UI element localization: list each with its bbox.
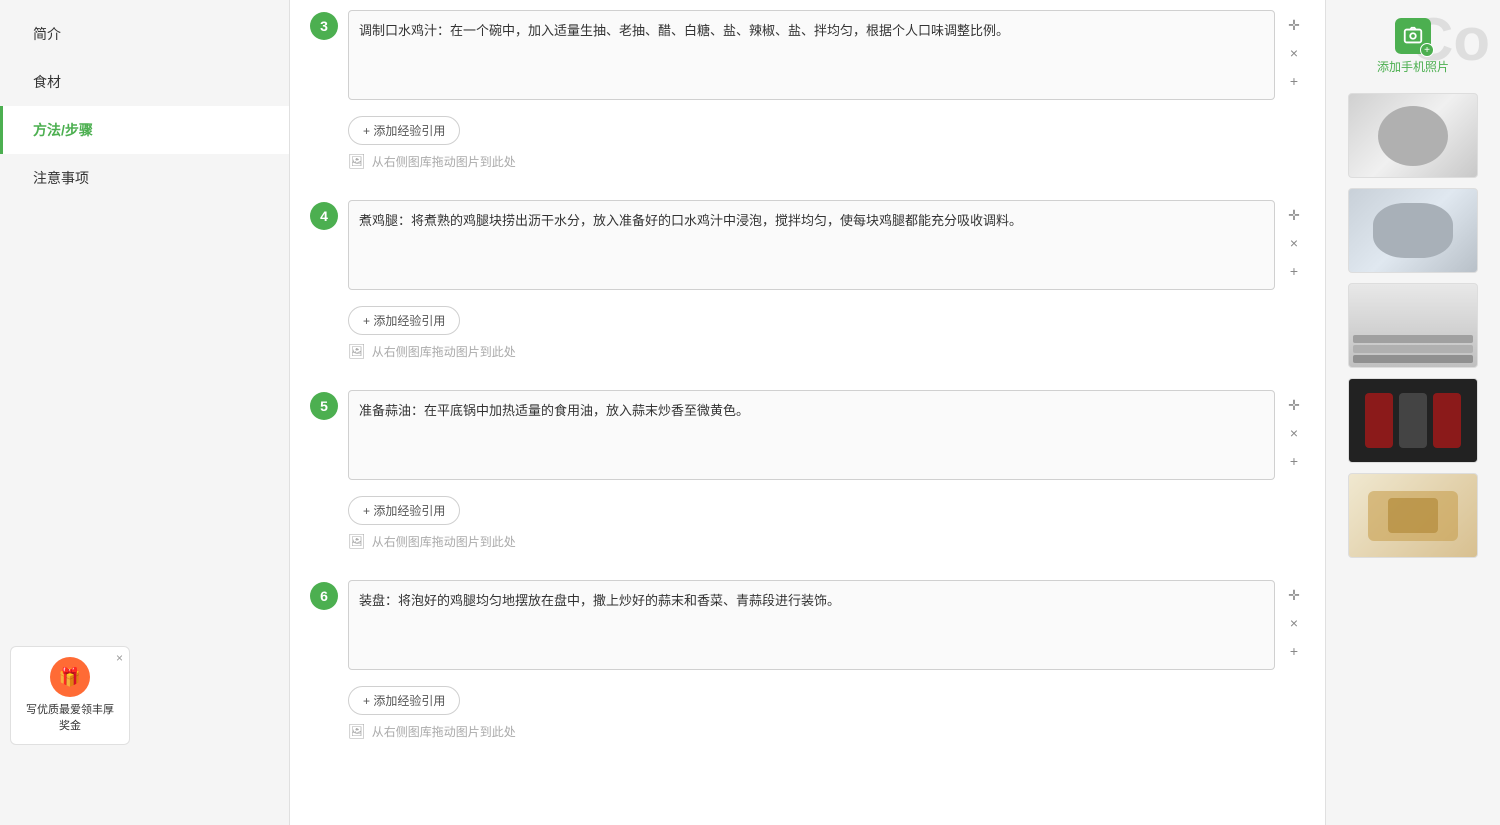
step-5-delete-btn[interactable]: ×	[1283, 422, 1305, 444]
award-icon: 🎁	[50, 657, 90, 697]
step-4-content: ✛ × +	[348, 200, 1305, 290]
step-3-add-btn[interactable]: +	[1283, 70, 1305, 92]
step-3-controls: ✛ × +	[1283, 10, 1305, 92]
step-3-upload-label: 从右侧图库拖动图片到此处	[372, 153, 516, 170]
step-6-textarea[interactable]	[348, 580, 1275, 670]
step-4-block: 4 ✛ × + + 添加经验引用 🖼 从右侧图库拖动图片到此处	[310, 200, 1305, 360]
step-3-upload-area[interactable]: 🖼 从右侧图库拖动图片到此处	[348, 153, 1305, 170]
step-3-number: 3	[310, 12, 338, 40]
step-6-delete-btn[interactable]: ×	[1283, 612, 1305, 634]
award-close-button[interactable]: ×	[116, 651, 123, 665]
step-6-upload-label: 从右侧图库拖动图片到此处	[372, 723, 516, 740]
step-4-controls: ✛ × +	[1283, 200, 1305, 282]
step-6-block: 6 ✛ × + + 添加经验引用 🖼 从右侧图库拖动图片到此处	[310, 580, 1305, 740]
step-3-add-exp-btn[interactable]: + 添加经验引用	[348, 116, 460, 145]
sidebar-item-ingredients[interactable]: 食材	[0, 58, 289, 106]
step-5-block: 5 ✛ × + + 添加经验引用 🖼 从右侧图库拖动图片到此处	[310, 390, 1305, 550]
step-4-upload-icon: 🖼	[348, 343, 366, 360]
add-photo-plus-icon: +	[1420, 43, 1434, 57]
step-6-upload-area[interactable]: 🖼 从右侧图库拖动图片到此处	[348, 723, 1305, 740]
sidebar: 简介 食材 方法/步骤 注意事项 × 🎁 写优质最爱领丰厚奖金	[0, 0, 290, 825]
step-3-move-btn[interactable]: ✛	[1283, 14, 1305, 36]
step-4-header: 4 ✛ × +	[310, 200, 1305, 290]
thumbnail-5[interactable]	[1348, 473, 1478, 558]
step-6-upload-icon: 🖼	[348, 723, 366, 740]
sidebar-item-notes[interactable]: 注意事项	[0, 154, 289, 202]
thumbnail-4[interactable]	[1348, 378, 1478, 463]
step-5-controls: ✛ × +	[1283, 390, 1305, 472]
step-6-content: ✛ × +	[348, 580, 1305, 670]
right-panel: Co + 添加手机照片	[1325, 0, 1500, 825]
main-content: 3 ✛ × + + 添加经验引用 🖼 从右侧图库拖动图片到此处 4 ✛	[290, 0, 1325, 825]
step-6-add-btn[interactable]: +	[1283, 640, 1305, 662]
step-5-header: 5 ✛ × +	[310, 390, 1305, 480]
step-4-textarea[interactable]	[348, 200, 1275, 290]
step-4-delete-btn[interactable]: ×	[1283, 232, 1305, 254]
step-5-textarea[interactable]	[348, 390, 1275, 480]
step-6-number: 6	[310, 582, 338, 610]
step-5-add-exp-btn[interactable]: + 添加经验引用	[348, 496, 460, 525]
step-6-add-exp-btn[interactable]: + 添加经验引用	[348, 686, 460, 715]
step-6-move-btn[interactable]: ✛	[1283, 584, 1305, 606]
sidebar-item-method[interactable]: 方法/步骤	[0, 106, 289, 154]
step-4-upload-label: 从右侧图库拖动图片到此处	[372, 343, 516, 360]
thumbnail-1[interactable]	[1348, 93, 1478, 178]
step-3-delete-btn[interactable]: ×	[1283, 42, 1305, 64]
step-6-header: 6 ✛ × +	[310, 580, 1305, 670]
step-5-move-btn[interactable]: ✛	[1283, 394, 1305, 416]
step-4-add-exp-btn[interactable]: + 添加经验引用	[348, 306, 460, 335]
step-5-number: 5	[310, 392, 338, 420]
step-4-number: 4	[310, 202, 338, 230]
step-5-upload-area[interactable]: 🖼 从右侧图库拖动图片到此处	[348, 533, 1305, 550]
step-3-block: 3 ✛ × + + 添加经验引用 🖼 从右侧图库拖动图片到此处	[310, 10, 1305, 170]
thumbnail-2[interactable]	[1348, 188, 1478, 273]
sidebar-item-intro[interactable]: 简介	[0, 10, 289, 58]
step-5-add-btn[interactable]: +	[1283, 450, 1305, 472]
step-3-header: 3 ✛ × +	[310, 10, 1305, 100]
step-3-upload-icon: 🖼	[348, 153, 366, 170]
step-5-upload-icon: 🖼	[348, 533, 366, 550]
step-3-textarea[interactable]	[348, 10, 1275, 100]
step-5-content: ✛ × +	[348, 390, 1305, 480]
award-text: 写优质最爱领丰厚奖金	[21, 703, 119, 734]
award-banner: × 🎁 写优质最爱领丰厚奖金	[10, 646, 130, 745]
step-4-upload-area[interactable]: 🖼 从右侧图库拖动图片到此处	[348, 343, 1305, 360]
step-6-controls: ✛ × +	[1283, 580, 1305, 662]
step-3-content: ✛ × +	[348, 10, 1305, 100]
add-photo-icon: +	[1395, 18, 1431, 54]
step-5-upload-label: 从右侧图库拖动图片到此处	[372, 533, 516, 550]
step-4-move-btn[interactable]: ✛	[1283, 204, 1305, 226]
thumbnail-3[interactable]	[1348, 283, 1478, 368]
step-4-add-btn[interactable]: +	[1283, 260, 1305, 282]
